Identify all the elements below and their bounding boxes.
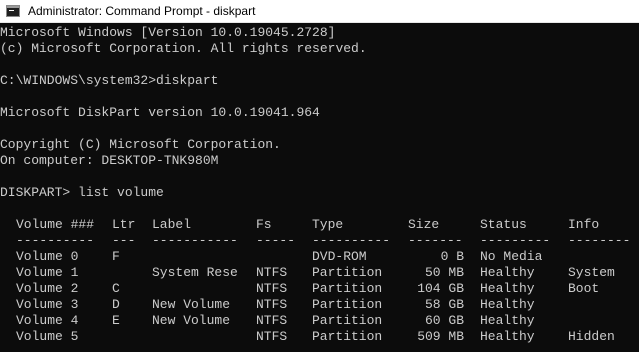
table-row-label bbox=[152, 249, 250, 265]
table-row-fs: NTFS bbox=[256, 313, 288, 328]
table-separator-row-volume: ---------- bbox=[16, 233, 95, 248]
table-row-fs: NTFS bbox=[256, 297, 288, 312]
table-row-info: System bbox=[568, 265, 615, 280]
table-row: Volume 3 D New Volume NTFS Partition 58 GB Hea… bbox=[0, 297, 639, 313]
table-row-volume: Volume 1 bbox=[16, 265, 79, 280]
table-row-label: New Volume bbox=[152, 313, 231, 328]
table-separator-row: ---------- --- ----------- ----- ---------- -… bbox=[0, 233, 639, 249]
table-row-size: 60 GB bbox=[424, 313, 464, 328]
table-row-info bbox=[568, 297, 634, 313]
console-output[interactable]: Microsoft Windows [Version 10.0.19045.27… bbox=[0, 24, 639, 352]
table-row-status: Healthy bbox=[480, 265, 535, 280]
table-row-ltr: E bbox=[112, 313, 120, 328]
table-row-status: No Media bbox=[480, 249, 543, 264]
table-separator-row-fs: ----- bbox=[256, 233, 296, 248]
table-row-ltr: D bbox=[112, 297, 120, 312]
table-row: Volume 0 F DVD-ROM 0 B No Media bbox=[0, 249, 639, 265]
table-row-fs: NTFS bbox=[256, 265, 288, 280]
window-title: Administrator: Command Prompt - diskpart bbox=[28, 4, 256, 18]
table-row: Volume 1 System Rese NTFS Partition 50 MB Hea… bbox=[0, 265, 639, 281]
table-header-row-type: Type bbox=[312, 217, 344, 232]
command-prompt-window: Administrator: Command Prompt - diskpart… bbox=[0, 0, 639, 352]
table-row-volume: Volume 3 bbox=[16, 297, 79, 312]
table-row-info bbox=[568, 313, 634, 329]
table-separator-row-ltr: --- bbox=[112, 233, 136, 248]
table-row-size: 104 GB bbox=[417, 281, 464, 296]
table-header-row-status: Status bbox=[480, 217, 527, 232]
table-row: Volume 4 E New Volume NTFS Partition 60 GB Hea… bbox=[0, 313, 639, 329]
title-bar[interactable]: Administrator: Command Prompt - diskpart bbox=[0, 0, 639, 23]
table-row-ltr: F bbox=[112, 249, 120, 264]
computer-name-line: On computer: DESKTOP-TNK980M bbox=[0, 153, 219, 168]
table-header-row-info: Info bbox=[568, 217, 600, 232]
diskpart-version-line: Microsoft DiskPart version 10.0.19041.96… bbox=[0, 105, 320, 120]
banner-version-line: Microsoft Windows [Version 10.0.19045.27… bbox=[0, 25, 336, 40]
table-separator-row-size: ------- bbox=[408, 233, 463, 248]
table-row-volume: Volume 4 bbox=[16, 313, 79, 328]
table-row-status: Healthy bbox=[480, 297, 535, 312]
table-row: Volume 2 C NTFS Partition 104 GB Healthy Boot bbox=[0, 281, 639, 297]
table-row-status: Healthy bbox=[480, 313, 535, 328]
table-row-label: New Volume bbox=[152, 297, 231, 312]
table-row-status: Healthy bbox=[480, 281, 535, 296]
table-separator-row-label: ----------- bbox=[152, 233, 238, 248]
table-row-size: 509 MB bbox=[417, 329, 464, 344]
table-header-row-ltr: Ltr bbox=[112, 217, 136, 232]
table-header-row-size: Size bbox=[408, 217, 440, 232]
table-row-size: 50 MB bbox=[424, 265, 464, 280]
diskpart-copyright-line: Copyright (C) Microsoft Corporation. bbox=[0, 137, 281, 152]
table-header-row: Volume ### Ltr Label Fs Type Size Status Info bbox=[0, 217, 639, 233]
table-row-type: Partition bbox=[312, 313, 383, 328]
table-row-info: Boot bbox=[568, 281, 600, 296]
table-header-row-label: Label bbox=[152, 217, 192, 232]
table-row-ltr bbox=[112, 265, 146, 281]
table-row-fs bbox=[256, 249, 306, 265]
table-row-volume: Volume 0 bbox=[16, 249, 79, 264]
table-row-label bbox=[152, 329, 250, 345]
table-row-status: Healthy bbox=[480, 329, 535, 344]
table-row-ltr: C bbox=[112, 281, 120, 296]
table-separator-row-info: -------- bbox=[568, 233, 631, 248]
table-row-info bbox=[568, 249, 634, 265]
table-row-type: DVD-ROM bbox=[312, 249, 367, 264]
cmd-icon bbox=[6, 5, 20, 17]
table-separator-row-type: ---------- bbox=[312, 233, 391, 248]
table-row-volume: Volume 5 bbox=[16, 329, 79, 344]
banner-copyright-line: (c) Microsoft Corporation. All rights re… bbox=[0, 41, 367, 56]
diskpart-command-line: DISKPART> list volume bbox=[0, 185, 164, 200]
table-row-info: Hidden bbox=[568, 329, 615, 344]
table-row-fs: NTFS bbox=[256, 281, 288, 296]
table-row: Volume 5 NTFS Partition 509 MB Healthy Hidden bbox=[0, 329, 639, 345]
table-row-size: 58 GB bbox=[424, 297, 464, 312]
table-row-size: 0 B bbox=[440, 249, 464, 264]
table-header-row-fs: Fs bbox=[256, 217, 272, 232]
table-separator-row-status: --------- bbox=[480, 233, 551, 248]
table-row-fs: NTFS bbox=[256, 329, 288, 344]
table-row-type: Partition bbox=[312, 329, 383, 344]
table-row-volume: Volume 2 bbox=[16, 281, 79, 296]
command-line: C:\WINDOWS\system32>diskpart bbox=[0, 73, 219, 88]
table-row-type: Partition bbox=[312, 265, 383, 280]
table-header-row-volume: Volume ### bbox=[16, 217, 95, 232]
table-row-type: Partition bbox=[312, 281, 383, 296]
table-row-label bbox=[152, 281, 250, 297]
table-row-label: System Rese bbox=[152, 265, 238, 280]
table-row-type: Partition bbox=[312, 297, 383, 312]
table-row-ltr bbox=[112, 329, 146, 345]
